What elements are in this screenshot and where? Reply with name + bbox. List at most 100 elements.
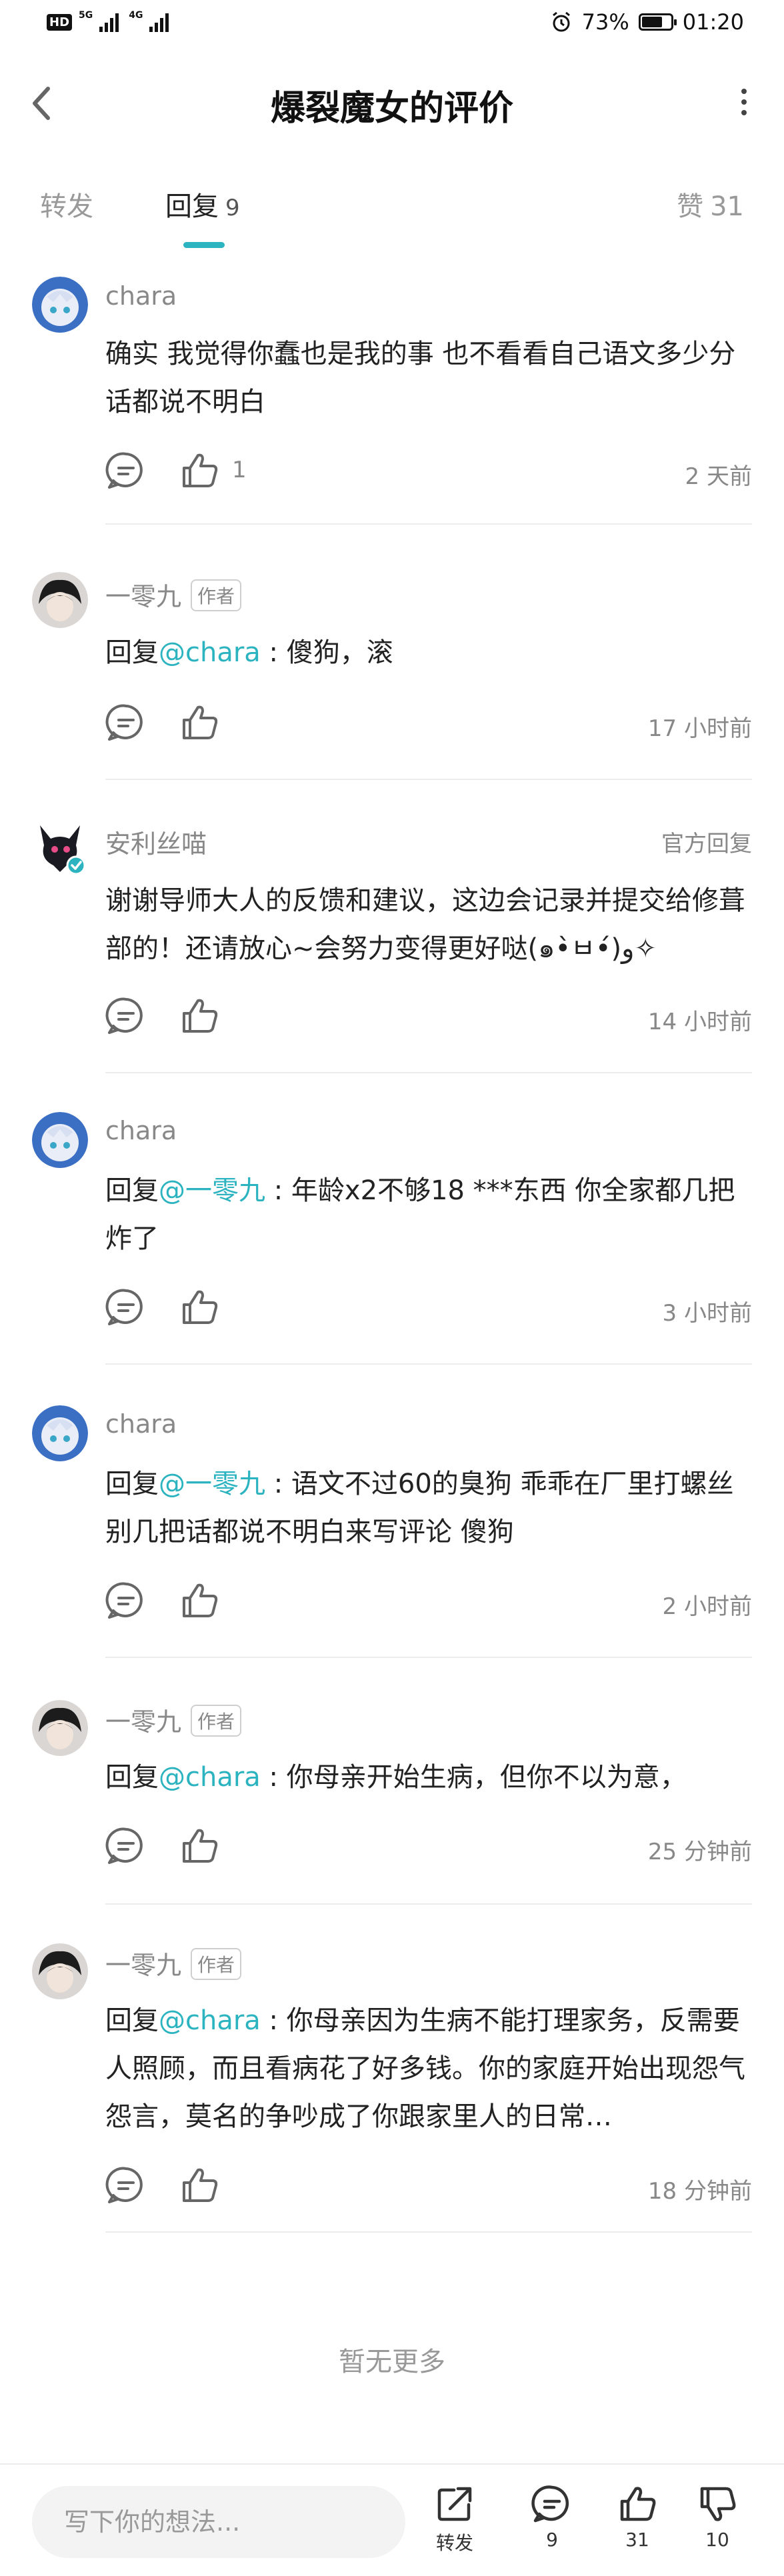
avatar[interactable] — [32, 1405, 88, 1461]
mention-link[interactable]: @chara — [159, 2005, 261, 2036]
reply-comment-button[interactable] — [105, 995, 147, 1037]
divider — [105, 523, 752, 525]
author-badge: 作者 — [191, 579, 242, 611]
mention-link[interactable]: @chara — [159, 1762, 261, 1793]
reply-prefix: 回复 — [105, 637, 159, 668]
battery-level — [641, 17, 663, 27]
reply-like-button[interactable] — [179, 1580, 220, 1621]
divider — [105, 2231, 752, 2233]
reply-comment-button[interactable] — [105, 450, 147, 491]
clock-time: 01:20 — [682, 9, 744, 35]
tab-bar: 转发 回复 9 赞 31 — [0, 177, 784, 250]
comment-icon — [105, 1827, 143, 1864]
avatar[interactable] — [32, 1700, 88, 1756]
reply-like-button[interactable] — [179, 995, 220, 1037]
avatar[interactable] — [32, 1943, 88, 1999]
mention-link[interactable]: @一零九 — [159, 1175, 265, 1206]
avatar[interactable] — [32, 277, 88, 333]
reply-username[interactable]: 一零九 作者 — [105, 576, 242, 613]
dislike-count: 10 — [705, 2529, 729, 2551]
more-vertical-icon — [741, 110, 747, 115]
reply-actions: 3 小时前 — [105, 1287, 752, 1333]
reply-username-text: 一零九 — [105, 1951, 182, 1980]
reply-username[interactable]: chara — [105, 281, 177, 311]
avatar-image — [32, 1405, 88, 1461]
reply-content: 确实 我觉得你蠢也是我的事 也不看看自己语文多少分 话都说不明白 — [105, 339, 736, 417]
more-options-button[interactable] — [731, 83, 757, 123]
mention-link[interactable]: @chara — [159, 637, 261, 668]
reply-username[interactable]: chara — [105, 1116, 177, 1145]
comment-input[interactable] — [32, 2486, 405, 2558]
header: 爆裂魔女的评价 — [0, 50, 784, 157]
reply-time: 14 小时前 — [647, 1009, 752, 1035]
reply-username-text: 一零九 — [105, 1707, 182, 1737]
author-badge: 作者 — [191, 1705, 242, 1737]
reply-prefix: 回复 — [105, 1175, 159, 1206]
tab-like-count: 31 — [710, 191, 744, 222]
reply-comment-button[interactable] — [105, 1287, 147, 1328]
reply-like-button[interactable] — [179, 450, 220, 491]
hd-badge: HD — [47, 13, 73, 31]
reply-time: 18 分钟前 — [647, 2178, 752, 2205]
comment-icon — [105, 2167, 143, 2203]
reply-username[interactable]: 安利丝喵 — [105, 823, 207, 860]
reply-actions: 2 小时前 — [105, 1580, 752, 1627]
reply-text: 回复@chara : 傻狗，滚 — [105, 629, 752, 677]
avatar[interactable] — [32, 1112, 88, 1168]
divider — [105, 779, 752, 780]
comment-icon — [105, 704, 143, 741]
reply-text: 回复@一零九 : 语文不过60的臭狗 乖乖在厂里打螺丝 别几把话都说不明白来写评… — [105, 1460, 752, 1556]
avatar-image — [32, 1700, 88, 1756]
like-button[interactable]: 31 — [604, 2483, 671, 2563]
thumbs-up-icon — [183, 2168, 218, 2202]
avatar-image — [32, 572, 88, 628]
avatar[interactable] — [32, 572, 88, 628]
reply-like-button[interactable] — [179, 2165, 220, 2206]
reply-comment-button[interactable] — [105, 1825, 147, 1867]
divider — [105, 1072, 752, 1073]
reply-like-button[interactable] — [179, 1825, 220, 1867]
avatar-image — [40, 825, 86, 875]
mention-link[interactable]: @一零九 — [159, 1469, 265, 1499]
more-vertical-icon — [741, 99, 747, 105]
reply-text: 谢谢导师大人的反馈和建议，这边会记录并提交给修葺部的！还请放心~会努力变得更好哒… — [105, 877, 752, 973]
avatar[interactable] — [32, 819, 88, 875]
reply-separator: : — [260, 2005, 287, 2036]
reply-actions: 18 分钟前 — [105, 2165, 752, 2211]
reply-item: 一零九 作者 回复@chara : 你母亲因为生病不能打理家务，反需要人照顾，而且… — [0, 1930, 784, 2237]
reply-prefix: 回复 — [105, 1762, 159, 1793]
comment-icon — [105, 1289, 143, 1325]
reply-like-count: 1 — [232, 457, 247, 483]
alarm-icon — [552, 11, 570, 32]
reply-comment-button[interactable] — [105, 2165, 147, 2206]
tab-like[interactable]: 赞 31 — [677, 185, 744, 223]
reply-separator: : — [265, 1175, 291, 1206]
thumbs-down-icon — [700, 2487, 736, 2521]
divider — [105, 1363, 752, 1365]
thumbs-up-icon — [620, 2487, 656, 2521]
thumbs-up-icon — [183, 453, 218, 487]
tab-repost-label: 转发 — [40, 191, 93, 222]
comment-button[interactable]: 9 — [519, 2483, 585, 2563]
bottom-action-bar: 转发 9 31 10 — [0, 2463, 784, 2576]
official-reply-tag: 官方回复 — [661, 831, 752, 857]
tab-repost[interactable]: 转发 — [40, 185, 93, 223]
tab-reply[interactable]: 回复 9 — [165, 185, 240, 223]
reply-like-button[interactable] — [179, 702, 220, 743]
reply-like-button[interactable] — [179, 1287, 220, 1328]
reply-item: 一零九 作者 回复@chara : 傻狗，滚 17 小时前 — [0, 559, 784, 785]
reply-comment-button[interactable] — [105, 702, 147, 743]
comment-icon — [531, 2485, 569, 2523]
reply-username[interactable]: 一零九 作者 — [105, 1945, 242, 1981]
reply-username[interactable]: 一零九 作者 — [105, 1701, 242, 1738]
reply-comment-button[interactable] — [105, 1580, 147, 1621]
status-bar: HD 5G 4G 73% 01:20 — [0, 0, 784, 50]
dislike-button[interactable]: 10 — [684, 2483, 751, 2563]
share-button[interactable]: 转发 — [421, 2483, 488, 2563]
reply-username[interactable]: chara — [105, 1409, 177, 1439]
reply-item: chara 回复@一零九 : 语文不过60的臭狗 乖乖在厂里打螺丝 别几把话都说… — [0, 1393, 784, 1687]
reply-time: 25 分钟前 — [647, 1839, 752, 1865]
avatar-image — [32, 277, 88, 333]
comment-count: 9 — [546, 2529, 558, 2551]
sim2-network-label: 4G — [129, 10, 143, 21]
